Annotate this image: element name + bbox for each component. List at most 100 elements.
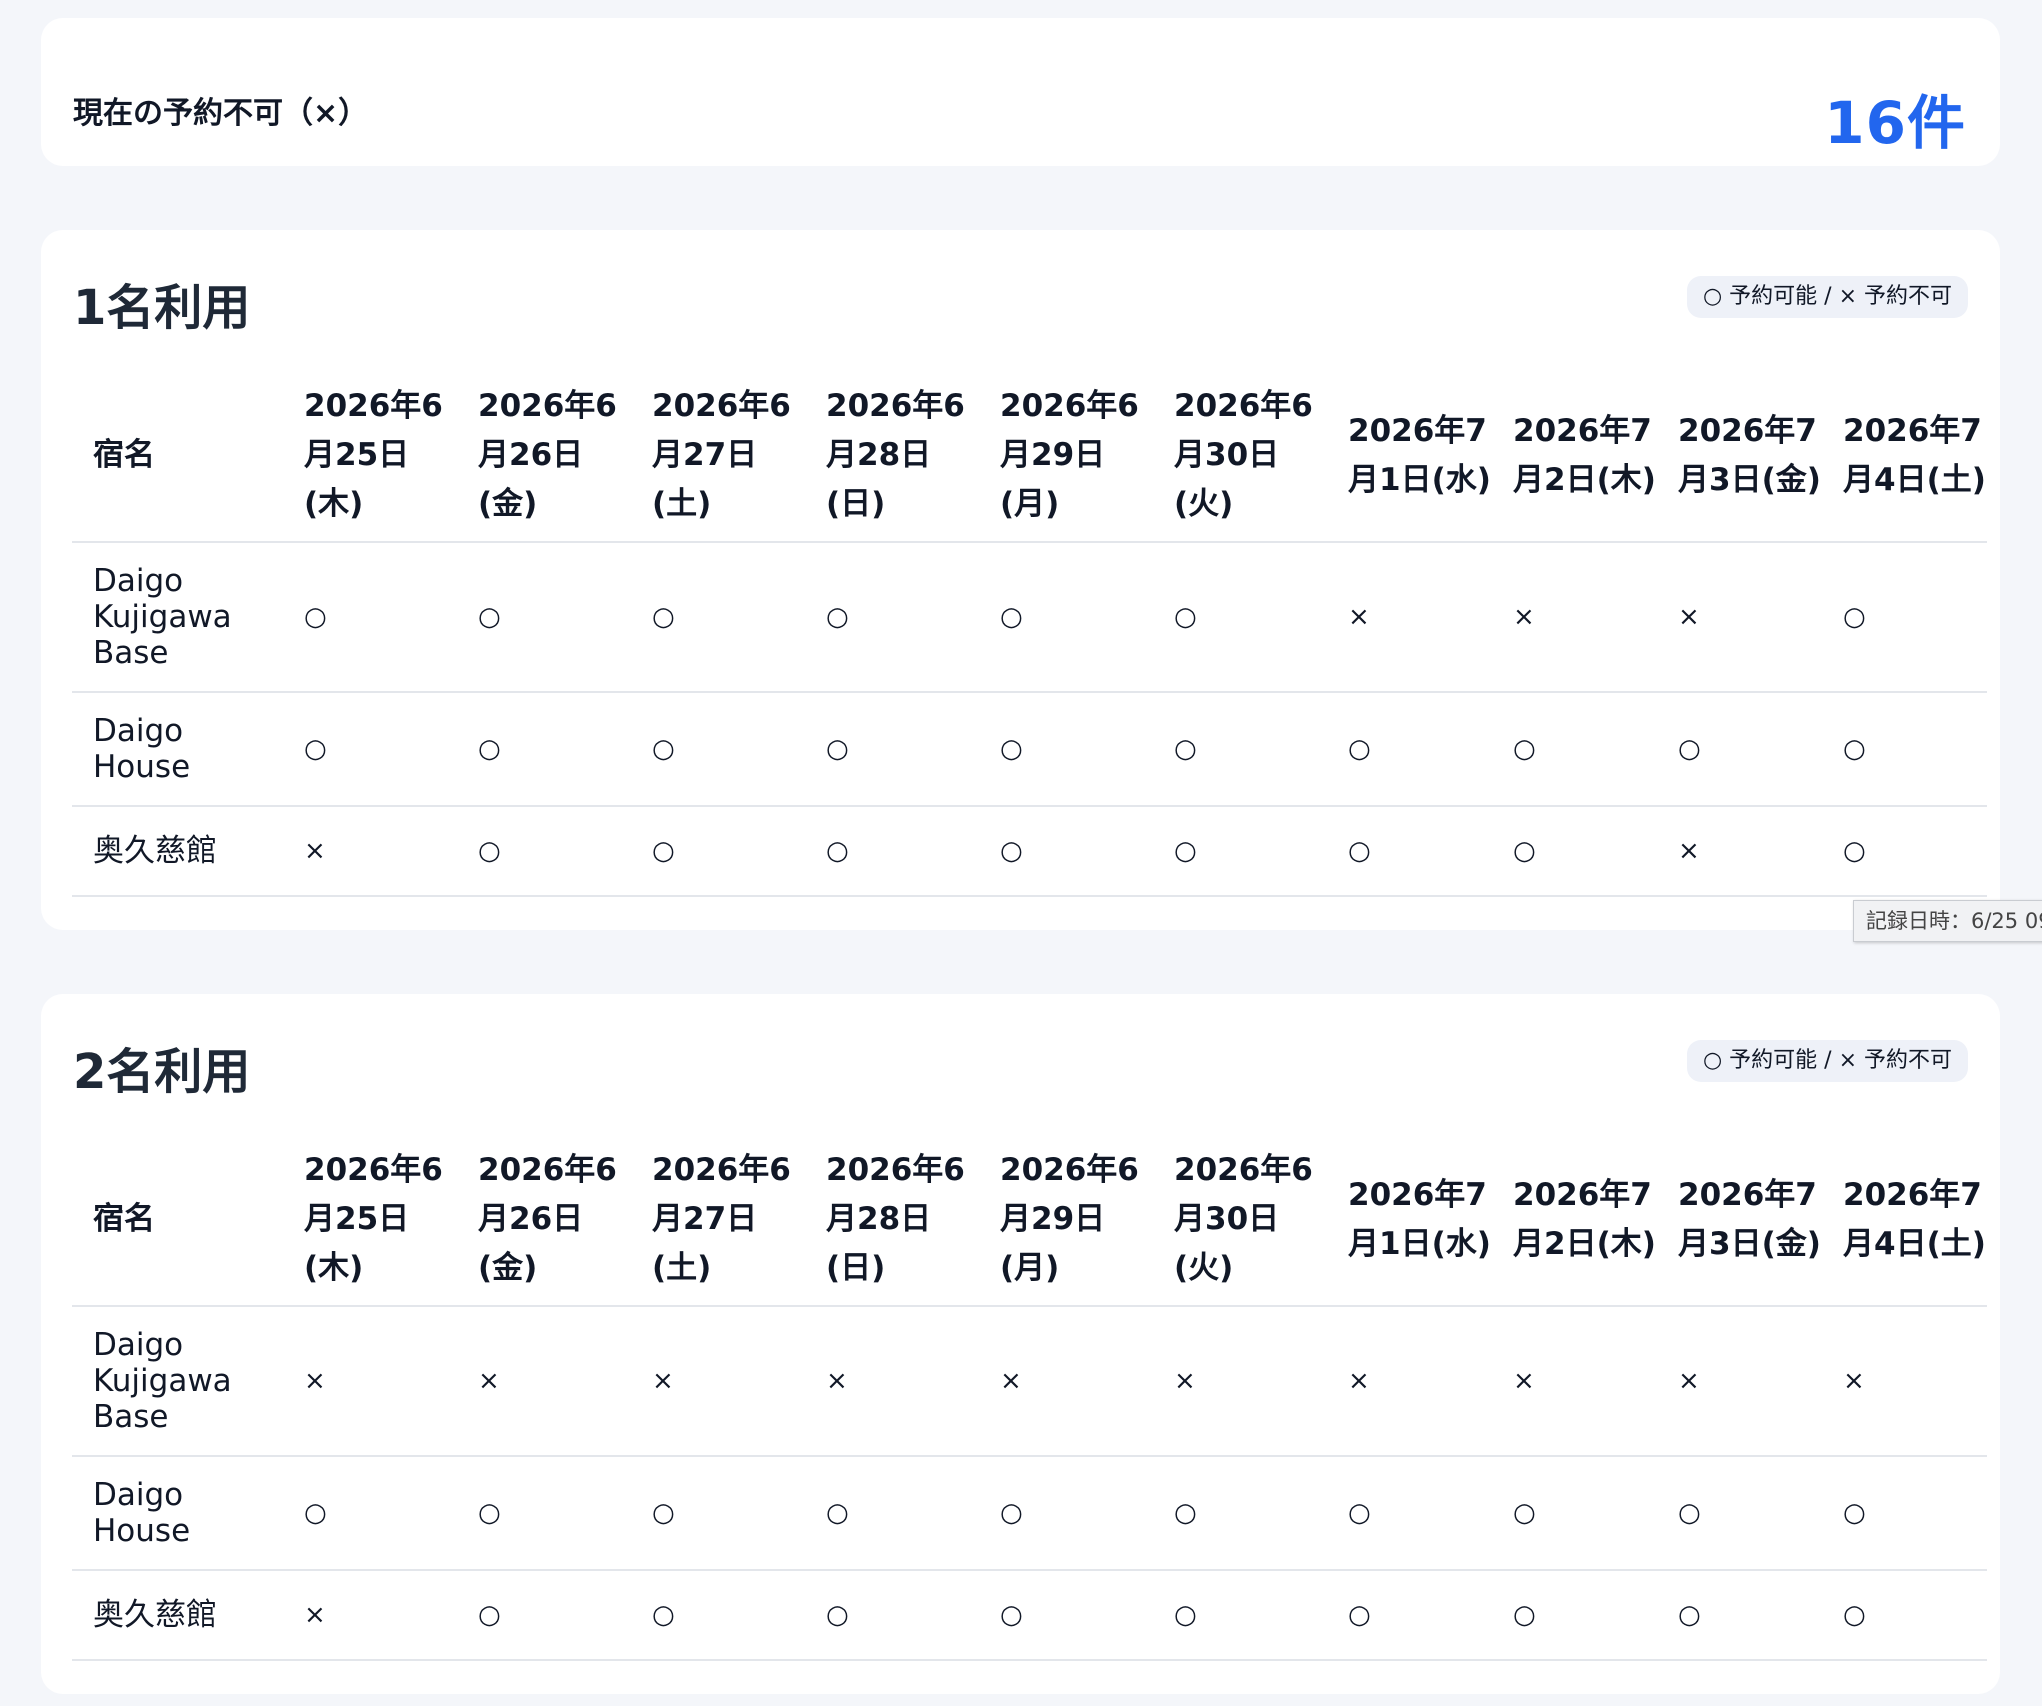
availability-legend: ○ 予約可能 / × 予約不可 [1686, 276, 1968, 318]
header-date: 2026年7月4日(土) [1822, 370, 1987, 543]
availability-cell: × [1327, 1306, 1492, 1457]
availability-cell: ○ [1822, 1456, 1987, 1571]
header-date: 2026年6月25日(木) [283, 1134, 457, 1307]
availability-cell: × [1657, 542, 1822, 693]
availability-cell: × [631, 1306, 805, 1457]
header-date: 2026年7月4日(土) [1822, 1134, 1987, 1307]
availability-cell: ○ [1153, 1570, 1327, 1661]
table-row: Daigo Kujigawa Base × × × × × × × × × × [72, 1306, 1987, 1457]
availability-cell: × [283, 806, 457, 897]
availability-cell: ○ [457, 1570, 631, 1661]
availability-cell: ○ [1492, 1456, 1657, 1571]
availability-cell: ○ [1822, 806, 1987, 897]
availability-cell: ○ [979, 1456, 1153, 1571]
availability-cell: ○ [979, 806, 1153, 897]
availability-cell: × [805, 1306, 979, 1457]
availability-cell: × [457, 1306, 631, 1457]
header-date: 2026年6月26日(金) [457, 1134, 631, 1307]
availability-cell: × [1153, 1306, 1327, 1457]
unavailable-count: 16件 [1824, 89, 1966, 157]
availability-cell: ○ [805, 1570, 979, 1661]
availability-cell: ○ [979, 542, 1153, 693]
availability-cell: ○ [805, 542, 979, 693]
availability-cell: ○ [283, 542, 457, 693]
availability-cell: ○ [457, 1456, 631, 1571]
header-date: 2026年6月28日(日) [805, 370, 979, 543]
section-title: 2名利用 [73, 1044, 251, 1100]
availability-cell: × [1657, 806, 1822, 897]
availability-cell: ○ [1492, 692, 1657, 807]
availability-cell: ○ [1327, 806, 1492, 897]
availability-cell: × [1822, 1306, 1987, 1457]
availability-cell: ○ [1822, 542, 1987, 693]
availability-cell: ○ [1153, 692, 1327, 807]
availability-cell: ○ [283, 1456, 457, 1571]
availability-cell: ○ [457, 806, 631, 897]
availability-cell: ○ [1492, 1570, 1657, 1661]
table-row: Daigo Kujigawa Base ○ ○ ○ ○ ○ ○ × × × ○ [72, 542, 1987, 693]
availability-table: 宿名 2026年6月25日(木) 2026年6月26日(金) 2026年6月27日(… [72, 1134, 1987, 1661]
availability-cell: ○ [1657, 1570, 1822, 1661]
header-date: 2026年7月2日(木) [1492, 1134, 1657, 1307]
availability-cell: ○ [1327, 1456, 1492, 1571]
availability-cell: ○ [1153, 542, 1327, 693]
availability-cell: × [283, 1306, 457, 1457]
availability-cell: ○ [631, 692, 805, 807]
inn-name: 奥久慈館 [72, 1570, 283, 1661]
section-1-guest: 1名利用 ○ 予約可能 / × 予約不可 宿名 2026年6月25日(木) 202… [41, 230, 2000, 930]
header-date: 2026年6月29日(月) [979, 370, 1153, 543]
inn-name: 奥久慈館 [72, 806, 283, 897]
header-date: 2026年7月3日(金) [1657, 370, 1822, 543]
availability-cell: × [1327, 542, 1492, 693]
unavailable-summary-label: 現在の予約不可（×） [73, 96, 369, 131]
inn-name: Daigo House [72, 1456, 283, 1571]
availability-cell: ○ [1822, 692, 1987, 807]
inn-name: Daigo Kujigawa Base [72, 1306, 283, 1457]
availability-cell: ○ [631, 806, 805, 897]
section-2-guests: 2名利用 ○ 予約可能 / × 予約不可 宿名 2026年6月25日(木) 202… [41, 994, 2000, 1694]
availability-cell: ○ [283, 692, 457, 807]
header-date: 2026年6月28日(日) [805, 1134, 979, 1307]
availability-cell: × [1492, 1306, 1657, 1457]
availability-cell: ○ [805, 806, 979, 897]
header-date: 2026年7月1日(水) [1327, 370, 1492, 543]
availability-cell: ○ [805, 1456, 979, 1571]
header-date: 2026年6月30日(火) [1153, 370, 1327, 543]
inn-name: Daigo House [72, 692, 283, 807]
availability-cell: ○ [631, 1456, 805, 1571]
availability-legend: ○ 予約可能 / × 予約不可 [1686, 1040, 1968, 1082]
table-header-row: 宿名 2026年6月25日(木) 2026年6月26日(金) 2026年6月27日(… [72, 1134, 1987, 1307]
unavailable-summary-card: 現在の予約不可（×） 16件 [41, 18, 2000, 166]
availability-cell: ○ [1327, 692, 1492, 807]
header-date: 2026年7月1日(水) [1327, 1134, 1492, 1307]
availability-cell: × [979, 1306, 1153, 1457]
availability-cell: ○ [631, 1570, 805, 1661]
availability-cell: × [1657, 1306, 1822, 1457]
table-row: 奥久慈館 × ○ ○ ○ ○ ○ ○ ○ ○ ○ [72, 1570, 1987, 1661]
header-name-col: 宿名 [72, 370, 283, 543]
availability-cell: × [1492, 542, 1657, 693]
availability-cell: ○ [1153, 1456, 1327, 1571]
table-header-row: 宿名 2026年6月25日(木) 2026年6月26日(金) 2026年6月27日(… [72, 370, 1987, 543]
header-name-col: 宿名 [72, 1134, 283, 1307]
availability-cell: ○ [1492, 806, 1657, 897]
availability-cell: ○ [805, 692, 979, 807]
availability-cell: ○ [457, 542, 631, 693]
header-date: 2026年6月30日(火) [1153, 1134, 1327, 1307]
availability-cell: ○ [1153, 806, 1327, 897]
table-row: Daigo House ○ ○ ○ ○ ○ ○ ○ ○ ○ ○ [72, 1456, 1987, 1571]
availability-cell: ○ [979, 692, 1153, 807]
section-title: 1名利用 [73, 280, 251, 336]
header-date: 2026年6月25日(木) [283, 370, 457, 543]
availability-cell: ○ [631, 542, 805, 693]
availability-cell: ○ [979, 1570, 1153, 1661]
header-date: 2026年6月27日(土) [631, 1134, 805, 1307]
header-date: 2026年6月29日(月) [979, 1134, 1153, 1307]
availability-cell: ○ [1657, 1456, 1822, 1571]
recorded-time-tooltip: 記録日時：6/25 09 [1853, 900, 2042, 942]
availability-cell: × [283, 1570, 457, 1661]
availability-cell: ○ [1822, 1570, 1987, 1661]
availability-cell: ○ [457, 692, 631, 807]
table-row: Daigo House ○ ○ ○ ○ ○ ○ ○ ○ ○ ○ [72, 692, 1987, 807]
header-date: 2026年6月27日(土) [631, 370, 805, 543]
